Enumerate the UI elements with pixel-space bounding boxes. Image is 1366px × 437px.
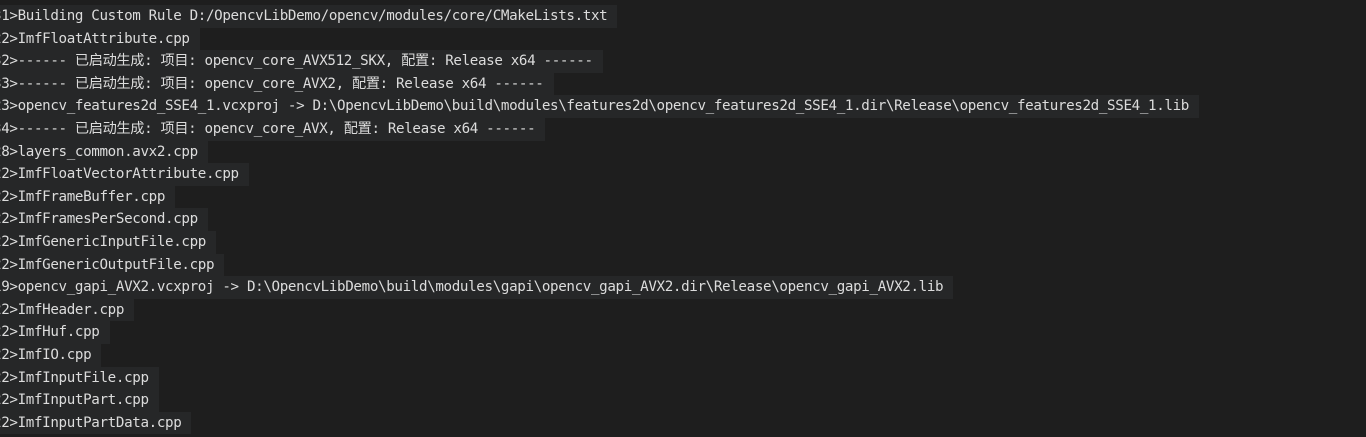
log-line: 22>ImfHeader.cpp xyxy=(0,298,1199,322)
log-line-text: 22>ImfFramesPerSecond.cpp xyxy=(0,208,208,231)
log-line-text: 33>------ 已启动生成: 项目: opencv_core_AVX2, 配… xyxy=(0,72,554,96)
log-line-text: 22>ImfIO.cpp xyxy=(0,343,102,367)
log-line-text: 22>ImfFloatAttribute.cpp xyxy=(0,27,200,51)
log-line-text: 19>opencv_gapi_AVX2.vcxproj -> D:\Opencv… xyxy=(0,276,954,299)
log-line: 22>ImfFrameBuffer.cpp xyxy=(0,185,1199,209)
log-line: 19>opencv_gapi_AVX2.vcxproj -> D:\Opencv… xyxy=(0,276,1199,299)
log-line: 33>------ 已启动生成: 项目: opencv_core_AVX2, 配… xyxy=(0,72,1199,96)
log-line-text: 31>Building Custom Rule D:/OpencvLibDemo… xyxy=(0,5,618,28)
log-line: 22>ImfInputPartData.cpp xyxy=(0,411,1199,435)
log-line: 22>ImfInputPart.cpp xyxy=(0,389,1199,412)
log-line: 22>ImfGenericOutputFile.cpp xyxy=(0,253,1199,277)
log-line: 22>ImfHuf.cpp xyxy=(0,321,1199,344)
log-line: 22>ImfFloatAttribute.cpp xyxy=(0,27,1199,51)
log-line-text: 22>ImfHuf.cpp xyxy=(0,321,110,344)
log-line-text: 32>------ 已启动生成: 项目: opencv_core_AVX512_… xyxy=(0,50,603,73)
log-line: 28>layers_common.avx2.cpp xyxy=(0,140,1199,164)
log-line-text: 28>layers_common.avx2.cpp xyxy=(0,140,208,164)
log-line: 22>ImfGenericInputFile.cpp xyxy=(0,230,1199,254)
log-line: 22>ImfFloatVectorAttribute.cpp xyxy=(0,163,1199,186)
log-line: 32>------ 已启动生成: 项目: opencv_core_AVX512_… xyxy=(0,50,1199,73)
log-line-text: 22>ImfGenericOutputFile.cpp xyxy=(0,253,225,277)
log-line-text: 22>ImfGenericInputFile.cpp xyxy=(0,230,216,254)
log-line-text: 22>ImfInputPart.cpp xyxy=(0,389,159,412)
log-line-text: 22>ImfFloatVectorAttribute.cpp xyxy=(0,163,249,186)
log-line-text: 22>ImfInputPartData.cpp xyxy=(0,411,192,435)
log-line-text: 22>ImfFrameBuffer.cpp xyxy=(0,185,176,209)
log-line-text: 22>ImfHeader.cpp xyxy=(0,298,135,322)
build-output-pane[interactable]: 31>Building Custom Rule D:/OpencvLibDemo… xyxy=(0,0,1366,437)
log-line-text: 34>------ 已启动生成: 项目: opencv_core_AVX, 配置… xyxy=(0,117,546,141)
log-line: 22>ImfIO.cpp xyxy=(0,343,1199,367)
log-line: 23>opencv_features2d_SSE4_1.vcxproj -> D… xyxy=(0,95,1199,118)
log-line: 22>ImfFramesPerSecond.cpp xyxy=(0,208,1199,231)
log-line-text: 22>ImfInputFile.cpp xyxy=(0,366,159,390)
log-line: 34>------ 已启动生成: 项目: opencv_core_AVX, 配置… xyxy=(0,117,1199,141)
log-line: 31>Building Custom Rule D:/OpencvLibDemo… xyxy=(0,5,1199,28)
log-line-text: 23>opencv_features2d_SSE4_1.vcxproj -> D… xyxy=(0,95,1199,118)
log-line: 22>ImfInputFile.cpp xyxy=(0,366,1199,390)
build-output-log: 31>Building Custom Rule D:/OpencvLibDemo… xyxy=(0,5,1199,435)
